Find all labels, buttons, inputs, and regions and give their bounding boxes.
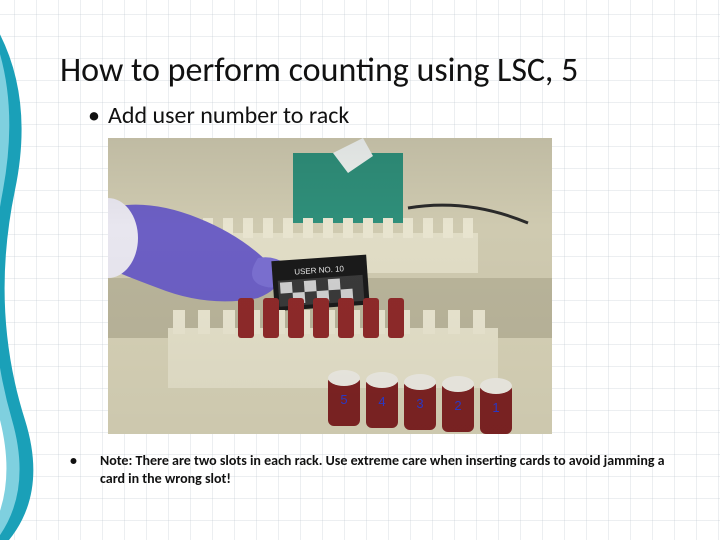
image-container: USER NO. 10 5 [60,138,690,434]
slide: How to perform counting using LSC, 5 Add… [0,0,720,540]
note-list: Note: There are two slots in each rack. … [60,452,690,487]
decorative-wave [0,0,60,540]
note-bullet: Note: There are two slots in each rack. … [60,452,690,487]
slide-title: How to perform counting using LSC, 5 [60,50,690,91]
instruction-photo: USER NO. 10 5 [108,138,552,434]
bullet-list: Add user number to rack [60,101,690,130]
bullet-add-user-number: Add user number to rack [88,101,690,130]
content-area: How to perform counting using LSC, 5 Add… [60,50,690,520]
note-text: Note: There are two slots in each rack. … [100,452,665,487]
